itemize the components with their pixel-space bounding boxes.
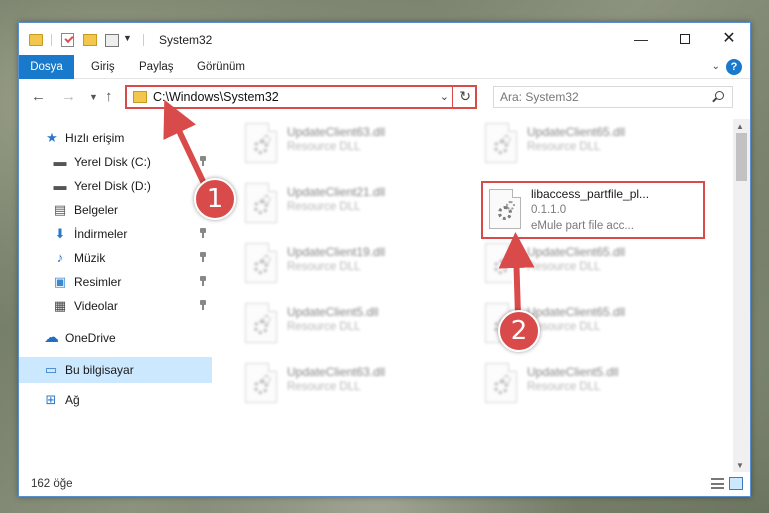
step-badge-1: 1: [194, 178, 236, 220]
annotation-arrows: [163, 99, 535, 317]
arrow-2: [498, 232, 535, 317]
step-badge-2: 2: [498, 310, 540, 352]
